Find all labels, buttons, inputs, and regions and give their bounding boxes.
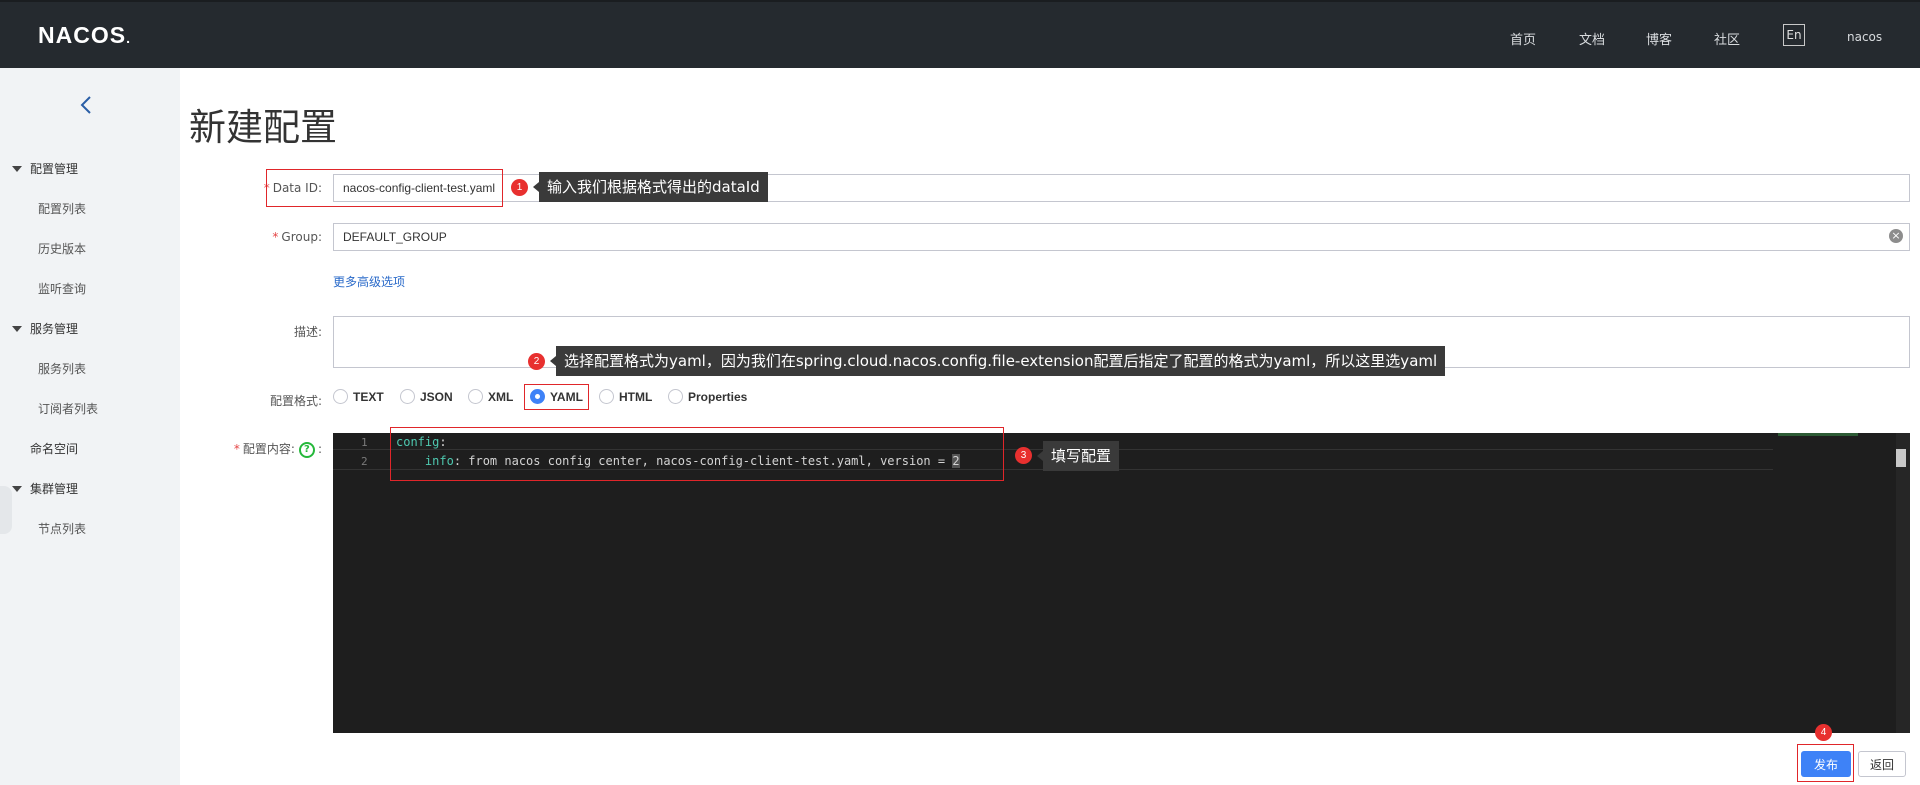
back-button[interactable]: 返回 <box>1858 751 1906 777</box>
radio-properties[interactable]: Properties <box>668 389 747 405</box>
minimap[interactable] <box>1778 433 1858 436</box>
step-badge-2: 2 <box>528 353 545 370</box>
caret-down-icon <box>12 165 22 172</box>
line-number: 1 <box>361 436 368 449</box>
sidebar: 配置管理 配置列表 历史版本 监听查询 服务管理 服务列表 订阅者列表 命名空间… <box>0 68 180 785</box>
line-number: 2 <box>361 455 368 468</box>
top-navbar: NACOS. 首页 文档 博客 社区 En nacos <box>0 0 1920 68</box>
content-label: * 配置内容:?: <box>233 441 322 458</box>
tooltip-data-id: 输入我们根据格式得出的dataId <box>533 172 768 202</box>
tooltip-format: 选择配置格式为yaml，因为我们在spring.cloud.nacos.conf… <box>549 346 1446 376</box>
nav-home[interactable]: 首页 <box>1510 29 1536 48</box>
sidebar-group-config[interactable]: 配置管理 <box>12 160 78 177</box>
sidebar-item-subscribers[interactable]: 订阅者列表 <box>38 400 98 417</box>
caret-down-icon <box>12 485 22 492</box>
radio-circle[interactable] <box>333 389 348 405</box>
sidebar-item-service-list[interactable]: 服务列表 <box>38 360 86 377</box>
radio-json[interactable]: JSON <box>400 389 453 405</box>
radio-circle[interactable] <box>400 389 415 405</box>
sidebar-item-config-list[interactable]: 配置列表 <box>38 200 86 217</box>
sidebar-collapse-handle[interactable] <box>0 486 12 534</box>
help-icon[interactable]: ? <box>298 441 315 458</box>
user-name[interactable]: nacos <box>1847 30 1882 44</box>
sidebar-group-service[interactable]: 服务管理 <box>12 320 78 337</box>
tooltip-content: 填写配置 <box>1036 441 1120 471</box>
highlight-content <box>390 427 1004 481</box>
nav-docs[interactable]: 文档 <box>1579 29 1605 48</box>
nav-blog[interactable]: 博客 <box>1646 29 1672 48</box>
sidebar-group-cluster[interactable]: 集群管理 <box>12 480 78 497</box>
step-badge-3: 3 <box>1015 447 1032 464</box>
radio-text[interactable]: TEXT <box>333 389 384 405</box>
sidebar-item-namespace[interactable]: 命名空间 <box>30 440 78 457</box>
highlight-data-id <box>266 169 503 207</box>
editor-scroll-thumb[interactable] <box>1896 449 1906 467</box>
page-title: 新建配置 <box>189 106 337 149</box>
radio-circle[interactable] <box>668 389 683 405</box>
nacos-logo[interactable]: NACOS. <box>38 22 131 49</box>
editor-scrollbar[interactable] <box>1896 433 1910 733</box>
clear-icon[interactable]: × <box>1889 229 1903 243</box>
radio-html[interactable]: HTML <box>599 389 652 405</box>
format-label: 配置格式: <box>269 394 322 408</box>
radio-xml[interactable]: XML <box>468 389 513 405</box>
step-badge-4: 4 <box>1815 724 1832 741</box>
group-input[interactable]: DEFAULT_GROUP <box>333 223 1910 251</box>
highlight-yaml <box>524 384 589 410</box>
sidebar-item-history[interactable]: 历史版本 <box>38 240 86 257</box>
radio-circle[interactable] <box>468 389 483 405</box>
publish-button[interactable]: 发布 <box>1801 751 1851 777</box>
sidebar-item-nodes[interactable]: 节点列表 <box>38 520 86 537</box>
radio-circle[interactable] <box>599 389 614 405</box>
nav-community[interactable]: 社区 <box>1714 29 1740 48</box>
language-switch[interactable]: En <box>1783 24 1805 46</box>
group-label: * Group: <box>272 230 322 244</box>
sidebar-item-listener[interactable]: 监听查询 <box>38 280 86 297</box>
caret-down-icon <box>12 325 22 332</box>
description-label: 描述: <box>293 325 322 339</box>
step-badge-1: 1 <box>511 179 528 196</box>
more-options-link[interactable]: 更多高级选项 <box>333 273 405 290</box>
chevron-left-icon[interactable] <box>76 94 98 116</box>
